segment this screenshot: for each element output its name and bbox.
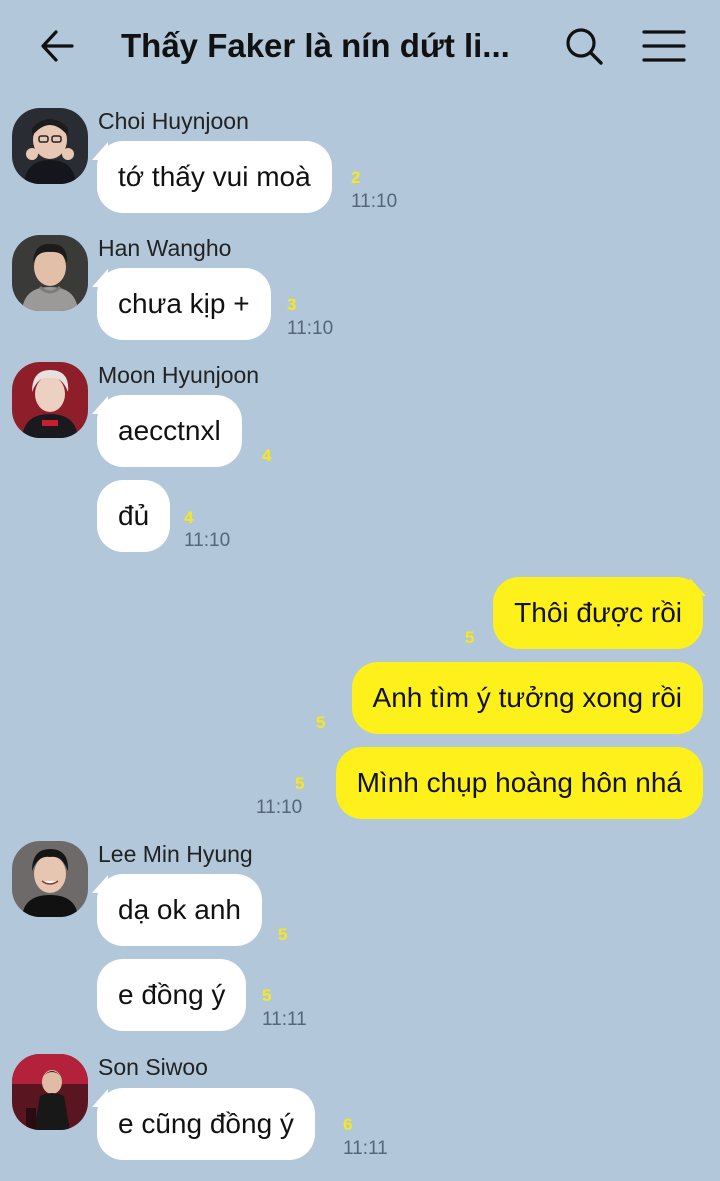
bubble-tail bbox=[690, 578, 706, 596]
avatar-son-siwoo[interactable] bbox=[12, 1054, 88, 1130]
hamburger-menu-icon[interactable] bbox=[640, 24, 688, 68]
message-time: 11:10 bbox=[287, 318, 334, 339]
my-message-bubble[interactable]: Mình chụp hoàng hôn nhá bbox=[335, 747, 703, 819]
message-bubble[interactable]: chưa kịp + bbox=[97, 268, 271, 340]
search-icon[interactable] bbox=[562, 24, 606, 68]
unread-count: 2 bbox=[351, 168, 361, 187]
message-time: 11:11 bbox=[343, 1138, 388, 1159]
message-time: 11:10 bbox=[351, 191, 398, 212]
unread-count: 5 bbox=[278, 925, 288, 944]
avatar-choi-huynjoon[interactable] bbox=[12, 108, 88, 184]
message-bubble[interactable]: aecctnxl bbox=[97, 395, 242, 467]
unread-count: 3 bbox=[287, 295, 297, 314]
chat-title: Thấy Faker là nín dứt li... bbox=[121, 27, 510, 64]
message-bubble[interactable]: e cũng đồng ý bbox=[97, 1088, 315, 1160]
sender-name: Son Siwoo bbox=[98, 1054, 208, 1080]
sender-name: Choi Huynjoon bbox=[98, 108, 249, 134]
message-time: 11:11 bbox=[262, 1009, 307, 1030]
sender-name: Han Wangho bbox=[98, 235, 232, 261]
message-time: 11:10 bbox=[184, 530, 231, 551]
unread-count: 5 bbox=[262, 986, 272, 1005]
unread-count: 5 bbox=[316, 713, 326, 732]
my-message-bubble[interactable]: Anh tìm ý tưởng xong rồi bbox=[351, 662, 703, 734]
back-arrow-icon[interactable] bbox=[38, 26, 78, 66]
avatar-han-wangho[interactable] bbox=[12, 235, 88, 311]
unread-count: 4 bbox=[184, 508, 194, 527]
message-bubble[interactable]: e đồng ý bbox=[97, 959, 247, 1031]
unread-count: 5 bbox=[465, 628, 475, 647]
message-bubble[interactable]: đủ bbox=[97, 480, 171, 552]
message-bubble[interactable]: tớ thấy vui moà bbox=[97, 141, 332, 213]
unread-count: 5 bbox=[295, 774, 305, 793]
avatar-lee-min-hyung[interactable] bbox=[12, 841, 88, 917]
avatar-moon-hyunjoon[interactable] bbox=[12, 362, 88, 438]
message-bubble[interactable]: dạ ok anh bbox=[97, 874, 262, 946]
sender-name: Lee Min Hyung bbox=[98, 841, 253, 867]
unread-count: 6 bbox=[343, 1115, 353, 1134]
unread-count: 4 bbox=[262, 446, 272, 465]
sender-name: Moon Hyunjoon bbox=[98, 362, 260, 388]
my-message-bubble[interactable]: Thôi được rồi bbox=[493, 577, 703, 649]
chat-header: Thấy Faker là nín dứt li... bbox=[0, 0, 720, 90]
message-time: 11:10 bbox=[256, 797, 303, 818]
